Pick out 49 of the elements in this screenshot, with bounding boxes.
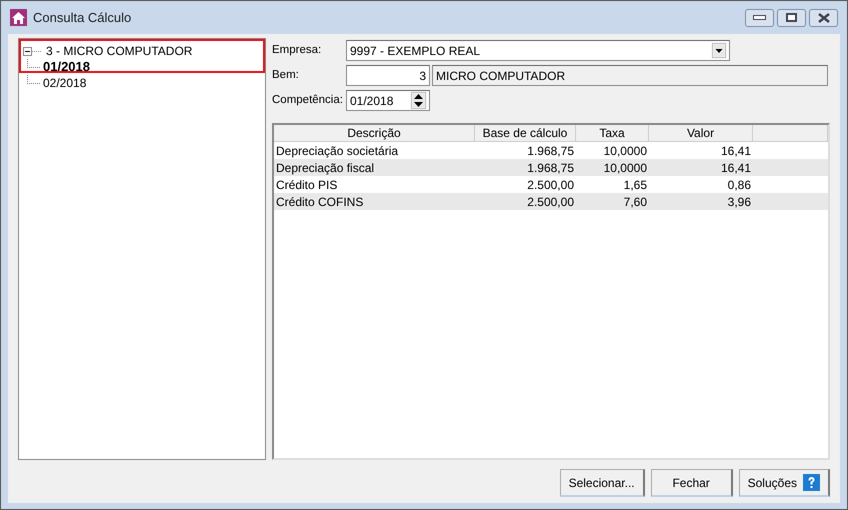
help-icon xyxy=(803,474,820,491)
table-cell-text: 3,96 xyxy=(726,194,752,210)
house-icon xyxy=(10,9,27,26)
table-row[interactable]: Crédito COFINS 2.500,00 7,60 3,96 xyxy=(274,193,828,210)
bem-code-field[interactable]: 3 xyxy=(346,65,430,86)
table-cell-text: Depreciação fiscal xyxy=(275,160,376,176)
table-cell-text: Crédito COFINS xyxy=(275,194,364,210)
window-title: Consulta Cálculo xyxy=(33,8,132,27)
table-cell-text: Depreciação societária xyxy=(275,142,400,160)
action-button[interactable]: Selecionar... xyxy=(560,469,645,497)
tree-connector-line xyxy=(27,75,41,84)
table-cell-text: 1,65 xyxy=(622,176,648,194)
column-header[interactable]: Base de cálculo xyxy=(475,125,576,142)
column-header[interactable]: Taxa xyxy=(576,125,649,142)
column-header[interactable]: Valor xyxy=(649,125,753,142)
tree-connector-line xyxy=(27,59,41,68)
table-cell-text: 7,60 xyxy=(622,194,648,210)
table-cell-text: 2.500,00 xyxy=(526,194,575,210)
field-label: Bem: xyxy=(272,68,300,83)
dropdown-arrow-icon xyxy=(712,43,726,58)
tree-item[interactable]: 02/2018 xyxy=(43,74,86,92)
maximize-icon xyxy=(786,13,797,22)
table-cell-text: 2.500,00 xyxy=(526,176,575,194)
field-label: Competência: xyxy=(272,92,344,108)
table-cell-text: 10,0000 xyxy=(602,160,648,176)
tree-item-selected[interactable]: 01/2018 xyxy=(43,57,90,77)
minimize-button[interactable] xyxy=(745,8,774,26)
column-header[interactable]: Descrição xyxy=(274,125,475,142)
table-cell-text: 16,41 xyxy=(720,160,752,176)
competencia-spin-field[interactable]: 01/2018 xyxy=(346,90,430,111)
table-cell-text: 10,0000 xyxy=(602,142,648,160)
close-icon xyxy=(816,12,830,22)
bem-description-field: MICRO COMPUTADOR xyxy=(432,65,828,86)
close-button[interactable] xyxy=(809,8,838,26)
table-cell-text: 16,41 xyxy=(720,142,752,160)
collapse-icon[interactable] xyxy=(23,46,43,56)
table-cell-text: 1.968,75 xyxy=(526,142,575,160)
maximize-button[interactable] xyxy=(777,8,806,26)
table-cell-text: 1.968,75 xyxy=(526,160,575,176)
table-row[interactable]: Depreciação fiscal 1.968,75 10,0000 16,41 xyxy=(274,159,828,176)
table-cell-text: Crédito PIS xyxy=(275,176,338,194)
solutions-button[interactable]: Soluções xyxy=(738,469,830,497)
spin-arrows-icon xyxy=(411,92,426,109)
action-button[interactable]: Fechar xyxy=(650,469,733,497)
minimize-icon xyxy=(753,15,766,20)
empresa-dropdown[interactable]: 9997 - EXEMPLO REAL xyxy=(346,40,730,61)
field-label: Empresa: xyxy=(272,42,322,58)
tree-item[interactable]: 3 - MICRO COMPUTADOR xyxy=(46,42,192,60)
table-cell-text: 0,86 xyxy=(726,176,752,194)
